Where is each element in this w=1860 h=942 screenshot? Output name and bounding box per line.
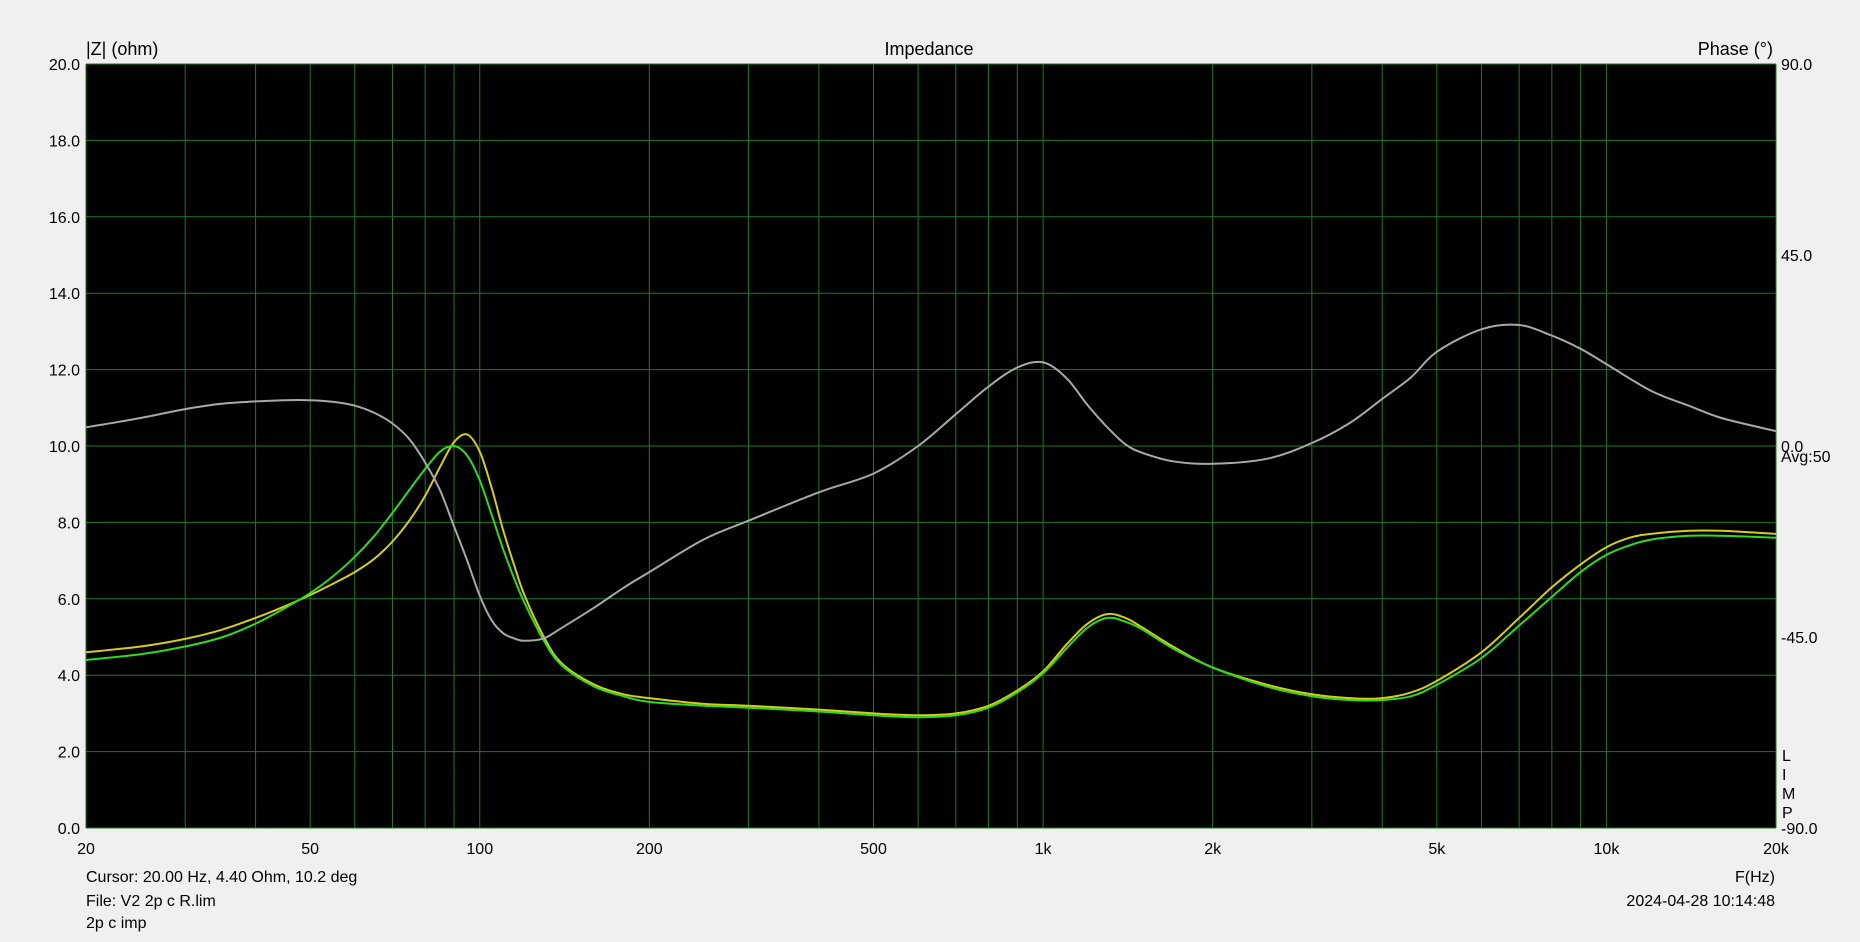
x-tick-label: 1k bbox=[1035, 841, 1053, 858]
limp-letter-i: I bbox=[1782, 767, 1786, 784]
limp-letter-m: M bbox=[1782, 786, 1795, 803]
y-tick-label: 2.0 bbox=[58, 745, 80, 762]
y2-tick-label: -90.0 bbox=[1781, 821, 1818, 838]
y-tick-label: 12.0 bbox=[49, 363, 80, 380]
right-axis-label: Phase (°) bbox=[1698, 39, 1773, 59]
x-tick-label: 2k bbox=[1204, 841, 1222, 858]
limp-letter-p: P bbox=[1782, 805, 1793, 822]
y2-tick-label: 45.0 bbox=[1781, 248, 1812, 265]
x-tick-label: 5k bbox=[1428, 841, 1446, 858]
y-tick-label: 18.0 bbox=[49, 133, 80, 150]
measurement-note: 2p c imp bbox=[86, 915, 147, 932]
limp-letter-l: L bbox=[1782, 748, 1791, 765]
file-name: File: V2 2p c R.lim bbox=[86, 893, 216, 910]
y2-tick-label: -45.0 bbox=[1781, 630, 1818, 647]
x-tick-label: 200 bbox=[636, 841, 663, 858]
cursor-readout: Cursor: 20.00 Hz, 4.40 Ohm, 10.2 deg bbox=[86, 869, 357, 886]
x-tick-label: 20 bbox=[77, 841, 95, 858]
y2-tick-label: 90.0 bbox=[1781, 57, 1812, 74]
y-tick-label: 8.0 bbox=[58, 515, 80, 532]
y-tick-label: 4.0 bbox=[58, 668, 80, 685]
x-tick-label: 10k bbox=[1594, 841, 1621, 858]
x-tick-label: 500 bbox=[860, 841, 887, 858]
x-tick-label: 50 bbox=[301, 841, 319, 858]
y-tick-label: 14.0 bbox=[49, 286, 80, 303]
impedance-chart-window: 0.0 2.0 4.0 6.0 8.0 10.0 12.0 14.0 16.0 18.0 20.0 9… bbox=[0, 0, 1860, 937]
y-tick-label: 10.0 bbox=[49, 439, 80, 456]
x-tick-label: 100 bbox=[466, 841, 493, 858]
y-tick-label: 16.0 bbox=[49, 210, 80, 227]
y-tick-label: 6.0 bbox=[58, 592, 80, 609]
impedance-chart[interactable]: 0.0 2.0 4.0 6.0 8.0 10.0 12.0 14.0 16.0 18.0 20.0 9… bbox=[0, 0, 1860, 937]
chart-title: Impedance bbox=[884, 39, 973, 59]
x-tick-label: 20k bbox=[1763, 841, 1790, 858]
timestamp: 2024-04-28 10:14:48 bbox=[1626, 893, 1775, 910]
y-tick-label: 20.0 bbox=[49, 57, 80, 74]
left-axis-label: |Z| (ohm) bbox=[86, 39, 158, 59]
x-axis-unit: F(Hz) bbox=[1735, 869, 1775, 886]
y-tick-label: 0.0 bbox=[58, 821, 80, 838]
avg-label: Avg:50 bbox=[1781, 449, 1831, 466]
